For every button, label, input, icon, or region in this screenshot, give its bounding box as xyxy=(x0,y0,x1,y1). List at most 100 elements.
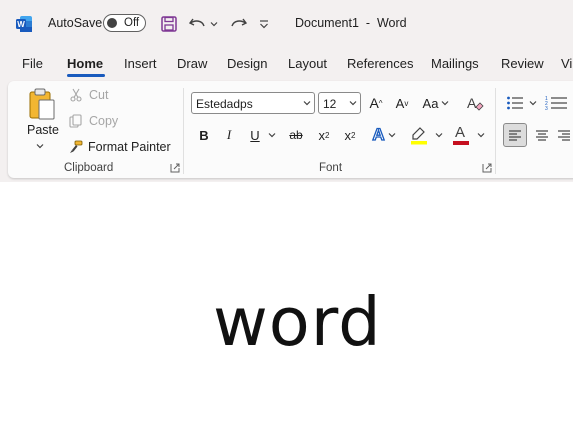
tab-design[interactable]: Design xyxy=(227,56,267,71)
align-left-icon xyxy=(509,130,521,141)
bullets-button[interactable] xyxy=(503,93,539,113)
chevron-down-icon[interactable] xyxy=(210,20,218,28)
svg-text:W: W xyxy=(17,20,25,29)
document-body-text[interactable]: word xyxy=(213,283,382,361)
subscript-button[interactable]: x2 xyxy=(314,125,334,145)
format-painter-button[interactable]: Format Painter xyxy=(69,140,171,154)
cut-button[interactable]: Cut xyxy=(69,88,108,102)
paste-label[interactable]: Paste xyxy=(27,123,59,137)
italic-icon: I xyxy=(226,127,232,142)
tab-home[interactable]: Home xyxy=(67,56,103,71)
change-case-icon: Aa xyxy=(422,95,439,111)
tab-mailings[interactable]: Mailings xyxy=(431,56,479,71)
chevron-down-icon xyxy=(529,101,536,106)
paste-chevron-down-icon[interactable] xyxy=(36,142,44,150)
font-color-button[interactable]: A xyxy=(450,124,486,146)
group-divider xyxy=(183,88,184,174)
autosave-state: Off xyxy=(124,17,140,29)
superscript-button[interactable]: x2 xyxy=(340,125,360,145)
chevron-down-icon xyxy=(303,101,311,106)
customize-qat-icon xyxy=(260,20,268,29)
copy-label: Copy xyxy=(89,114,119,128)
font-size-dropdown[interactable]: 12 xyxy=(318,92,361,114)
undo-icon xyxy=(188,18,205,27)
word-logo-icon: W xyxy=(16,16,32,32)
underline-button[interactable]: U xyxy=(246,125,280,145)
align-center-icon xyxy=(536,130,548,141)
numbering-button[interactable]: 1 2 3 xyxy=(545,93,573,113)
active-tab-indicator xyxy=(67,74,105,77)
align-right-icon xyxy=(558,130,570,141)
text-effects-button[interactable]: A xyxy=(368,124,400,146)
subscript-marker: 2 xyxy=(325,130,330,140)
chevron-down-icon xyxy=(435,133,443,138)
chevron-down-icon xyxy=(349,101,357,106)
tab-references[interactable]: References xyxy=(347,56,413,71)
grow-font-button[interactable]: A ^ xyxy=(366,93,386,113)
save-button[interactable] xyxy=(160,14,178,34)
bullet-list-icon xyxy=(506,96,523,110)
italic-button[interactable]: I xyxy=(220,125,238,145)
font-color-letter: A xyxy=(455,124,466,141)
font-color-swatch xyxy=(453,141,469,145)
underline-icon: U xyxy=(250,127,260,143)
font-size-value: 12 xyxy=(323,97,337,111)
numbered-list-icon: 1 2 3 xyxy=(545,96,567,111)
font-color-icon: A xyxy=(451,124,471,146)
shrink-font-button[interactable]: Av xyxy=(392,93,412,113)
scissors-icon xyxy=(70,88,82,102)
font-group-label: Font xyxy=(319,162,343,174)
align-center-button[interactable] xyxy=(532,124,552,146)
bold-button[interactable]: B xyxy=(195,125,213,145)
grow-font-icon: A xyxy=(369,95,379,111)
clipboard-dialog-launcher-icon[interactable] xyxy=(170,163,180,173)
format-painter-icon xyxy=(70,140,83,153)
highlighter-icon xyxy=(411,127,427,145)
align-right-button[interactable] xyxy=(557,124,573,146)
tab-draw[interactable]: Draw xyxy=(177,56,207,71)
clear-formatting-icon: A xyxy=(467,95,484,111)
font-name-dropdown[interactable]: Estedadps xyxy=(191,92,315,114)
tab-insert[interactable]: Insert xyxy=(124,56,157,71)
redo-icon xyxy=(231,18,248,27)
group-divider xyxy=(495,88,496,174)
document-title: Document1 - Word xyxy=(295,16,407,30)
customize-qat-button[interactable] xyxy=(258,14,270,34)
copy-button[interactable]: Copy xyxy=(69,114,118,128)
autosave-label: AutoSave xyxy=(48,16,103,30)
cut-label: Cut xyxy=(89,88,109,102)
title-bar: W AutoSave Off Document1 - Word xyxy=(0,0,573,48)
format-painter-label: Format Painter xyxy=(88,140,171,154)
strikethrough-icon: ab xyxy=(289,128,303,142)
toggle-knob xyxy=(107,18,117,28)
paste-button[interactable] xyxy=(26,86,58,122)
undo-button[interactable] xyxy=(188,14,218,34)
change-case-button[interactable]: Aa xyxy=(420,93,452,113)
svg-text:A: A xyxy=(467,95,477,111)
save-icon xyxy=(161,16,177,32)
highlight-color-button[interactable] xyxy=(408,124,444,146)
tab-layout[interactable]: Layout xyxy=(288,56,327,71)
strikethrough-button[interactable]: ab xyxy=(285,125,307,145)
chevron-down-icon xyxy=(388,133,396,138)
chevron-down-icon xyxy=(268,133,276,138)
shrink-font-icon: A xyxy=(395,95,405,111)
bold-icon: B xyxy=(199,127,209,143)
svg-text:3: 3 xyxy=(545,106,548,111)
clipboard-group-label: Clipboard xyxy=(64,162,114,174)
tab-view[interactable]: Vi xyxy=(561,56,572,71)
paste-icon xyxy=(29,88,55,120)
font-dialog-launcher-icon[interactable] xyxy=(482,163,492,173)
redo-button[interactable] xyxy=(228,14,248,34)
copy-icon xyxy=(69,114,82,128)
font-name-value: Estedadps xyxy=(196,97,253,111)
autosave-toggle[interactable]: Off xyxy=(103,14,146,32)
text-effects-icon: A xyxy=(372,124,386,144)
tab-file[interactable]: File xyxy=(22,56,43,71)
align-left-button[interactable] xyxy=(503,123,527,147)
chevron-down-icon xyxy=(442,101,449,106)
chevron-down-icon xyxy=(477,133,485,138)
clear-formatting-button[interactable]: A xyxy=(464,93,486,113)
superscript-marker: 2 xyxy=(351,130,356,140)
tab-review[interactable]: Review xyxy=(501,56,544,71)
